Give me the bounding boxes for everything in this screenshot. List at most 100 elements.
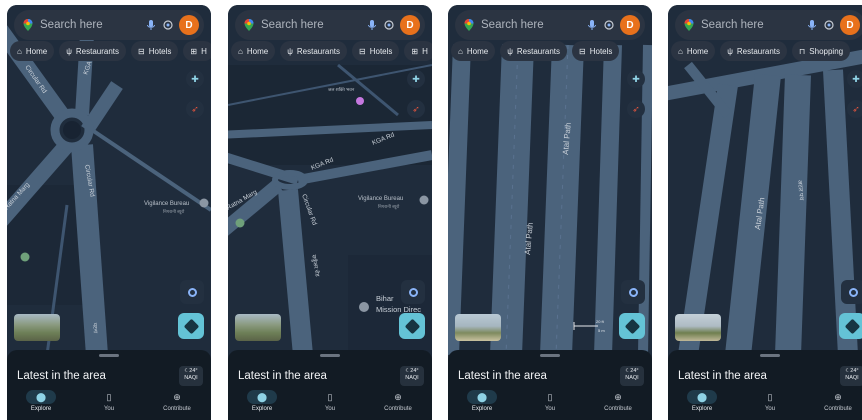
chip-restaurants[interactable]: ψ Restaurants — [59, 41, 127, 61]
microphone-icon[interactable] — [145, 19, 157, 31]
sheet-title: Latest in the area — [458, 370, 547, 382]
chip-hotels[interactable]: ⊟ Hotels — [352, 41, 400, 61]
nav-contribute[interactable]: ⊕ Contribute — [804, 390, 862, 420]
street-view-thumbnail[interactable] — [235, 314, 281, 341]
avatar[interactable]: D — [620, 15, 640, 35]
layers-button[interactable]: ✚ — [847, 70, 862, 88]
lens-icon[interactable] — [162, 19, 174, 31]
scale-label: 5 m — [598, 328, 605, 333]
home-icon: ⌂ — [458, 46, 463, 56]
map-label: जल शक्ति भवन — [328, 86, 355, 92]
search-bar[interactable]: Search here D — [14, 10, 204, 40]
street-view-thumbnail[interactable] — [455, 314, 501, 341]
sheet-handle[interactable] — [760, 354, 780, 357]
compass-button[interactable]: ➶ — [847, 100, 862, 118]
street-view-thumbnail[interactable] — [14, 314, 60, 341]
search-bar[interactable]: Search here D — [235, 10, 425, 40]
sheet-handle[interactable] — [320, 354, 340, 357]
directions-icon — [404, 318, 420, 334]
microphone-icon[interactable] — [586, 19, 598, 31]
category-chips: ⌂ Home ψ Restaurants ⊟ Hotels — [451, 41, 652, 63]
bookmark-icon: ▯ — [767, 391, 773, 402]
compass-button[interactable]: ➶ — [186, 100, 204, 118]
nav-you[interactable]: ▯ You — [75, 390, 143, 420]
nav-you[interactable]: ▯ You — [736, 390, 804, 420]
chip-home[interactable]: ⌂ Home — [231, 41, 276, 61]
category-chips: ⌂ Home ψ Restaurants ⊟ Hotels ⊞ H — [231, 41, 432, 63]
chip-restaurants[interactable]: ψ Restaurants — [280, 41, 348, 61]
maps-logo-icon — [244, 19, 254, 31]
plus-circle-icon: ⊕ — [394, 391, 402, 402]
weather-badge[interactable]: ☾24° NAQI — [620, 366, 644, 386]
chip-home[interactable]: ⌂ Home — [10, 41, 55, 61]
directions-button[interactable] — [178, 313, 204, 339]
layers-button[interactable]: ✚ — [186, 70, 204, 88]
nav-you[interactable]: ▯ You — [296, 390, 364, 420]
search-bar[interactable]: Search here D — [675, 10, 862, 40]
microphone-icon[interactable] — [366, 19, 378, 31]
search-bar[interactable]: Search here D — [455, 10, 645, 40]
directions-button[interactable] — [839, 313, 862, 339]
search-input[interactable]: Search here — [261, 19, 361, 31]
weather-badge[interactable]: ☾24° NAQI — [840, 366, 862, 386]
chip-more[interactable]: ⊞ H — [183, 41, 211, 61]
my-location-button[interactable] — [621, 280, 645, 304]
lens-icon[interactable] — [383, 19, 395, 31]
directions-icon — [624, 318, 640, 334]
chip-home[interactable]: ⌂ Home — [451, 41, 496, 61]
scale-label: 20 ft — [596, 319, 605, 324]
sheet-handle[interactable] — [99, 354, 119, 357]
chip-hotels[interactable]: ⊟ Hotels — [572, 41, 620, 61]
weather-badge[interactable]: ☾24° NAQI — [400, 366, 424, 386]
microphone-icon[interactable] — [806, 19, 818, 31]
nav-explore[interactable]: ⬤ Explore — [228, 390, 296, 420]
my-location-button[interactable] — [180, 280, 204, 304]
avatar[interactable]: D — [179, 15, 199, 35]
my-location-button[interactable] — [401, 280, 425, 304]
location-pin-icon: ⬤ — [26, 390, 56, 404]
layers-button[interactable]: ✚ — [407, 70, 425, 88]
bottom-nav: ⬤ Explore ▯ You ⊕ Contribute — [228, 390, 432, 420]
bottom-nav: ⬤ Explore ▯ You ⊕ Contribute — [7, 390, 211, 420]
search-input[interactable]: Search here — [481, 19, 581, 31]
lens-icon[interactable] — [823, 19, 835, 31]
location-icon — [187, 287, 197, 297]
nav-contribute[interactable]: ⊕ Contribute — [584, 390, 652, 420]
sheet-title: Latest in the area — [17, 370, 106, 382]
avatar[interactable]: D — [400, 15, 420, 35]
home-icon: ⌂ — [17, 46, 22, 56]
nav-contribute[interactable]: ⊕ Contribute — [364, 390, 432, 420]
layers-button[interactable]: ✚ — [627, 70, 645, 88]
location-icon — [848, 287, 858, 297]
chip-more[interactable]: ⊞ H — [404, 41, 432, 61]
chip-restaurants[interactable]: ψ Restaurants — [500, 41, 568, 61]
map-label: पटना — [91, 323, 98, 334]
category-chips: ⌂ Home ψ Restaurants ⊟ Hotels ⊞ H — [10, 41, 211, 63]
my-location-button[interactable] — [841, 280, 862, 304]
chip-hotels[interactable]: ⊟ Hotels — [131, 41, 179, 61]
nav-explore[interactable]: ⬤ Explore — [7, 390, 75, 420]
avatar[interactable]: D — [840, 15, 860, 35]
maps-logo-icon — [684, 19, 694, 31]
chip-shopping[interactable]: ⊓ Shopping — [792, 41, 851, 61]
compass-button[interactable]: ➶ — [627, 100, 645, 118]
nav-explore[interactable]: ⬤ Explore — [668, 390, 736, 420]
directions-icon — [844, 318, 860, 334]
search-input[interactable]: Search here — [701, 19, 801, 31]
nav-contribute[interactable]: ⊕ Contribute — [143, 390, 211, 420]
sheet-handle[interactable] — [540, 354, 560, 357]
directions-button[interactable] — [399, 313, 425, 339]
location-pin-icon: ⬤ — [247, 390, 277, 404]
chip-home[interactable]: ⌂ Home — [671, 41, 716, 61]
compass-button[interactable]: ➶ — [407, 100, 425, 118]
nav-you[interactable]: ▯ You — [516, 390, 584, 420]
street-view-thumbnail[interactable] — [675, 314, 721, 341]
compass-icon: ➶ — [191, 103, 199, 114]
nav-explore[interactable]: ⬤ Explore — [448, 390, 516, 420]
map-label: निगरानी ब्यूरो — [163, 208, 185, 215]
weather-badge[interactable]: ☾24° NAQI — [179, 366, 203, 386]
lens-icon[interactable] — [603, 19, 615, 31]
directions-button[interactable] — [619, 313, 645, 339]
chip-restaurants[interactable]: ψ Restaurants — [720, 41, 788, 61]
search-input[interactable]: Search here — [40, 19, 140, 31]
